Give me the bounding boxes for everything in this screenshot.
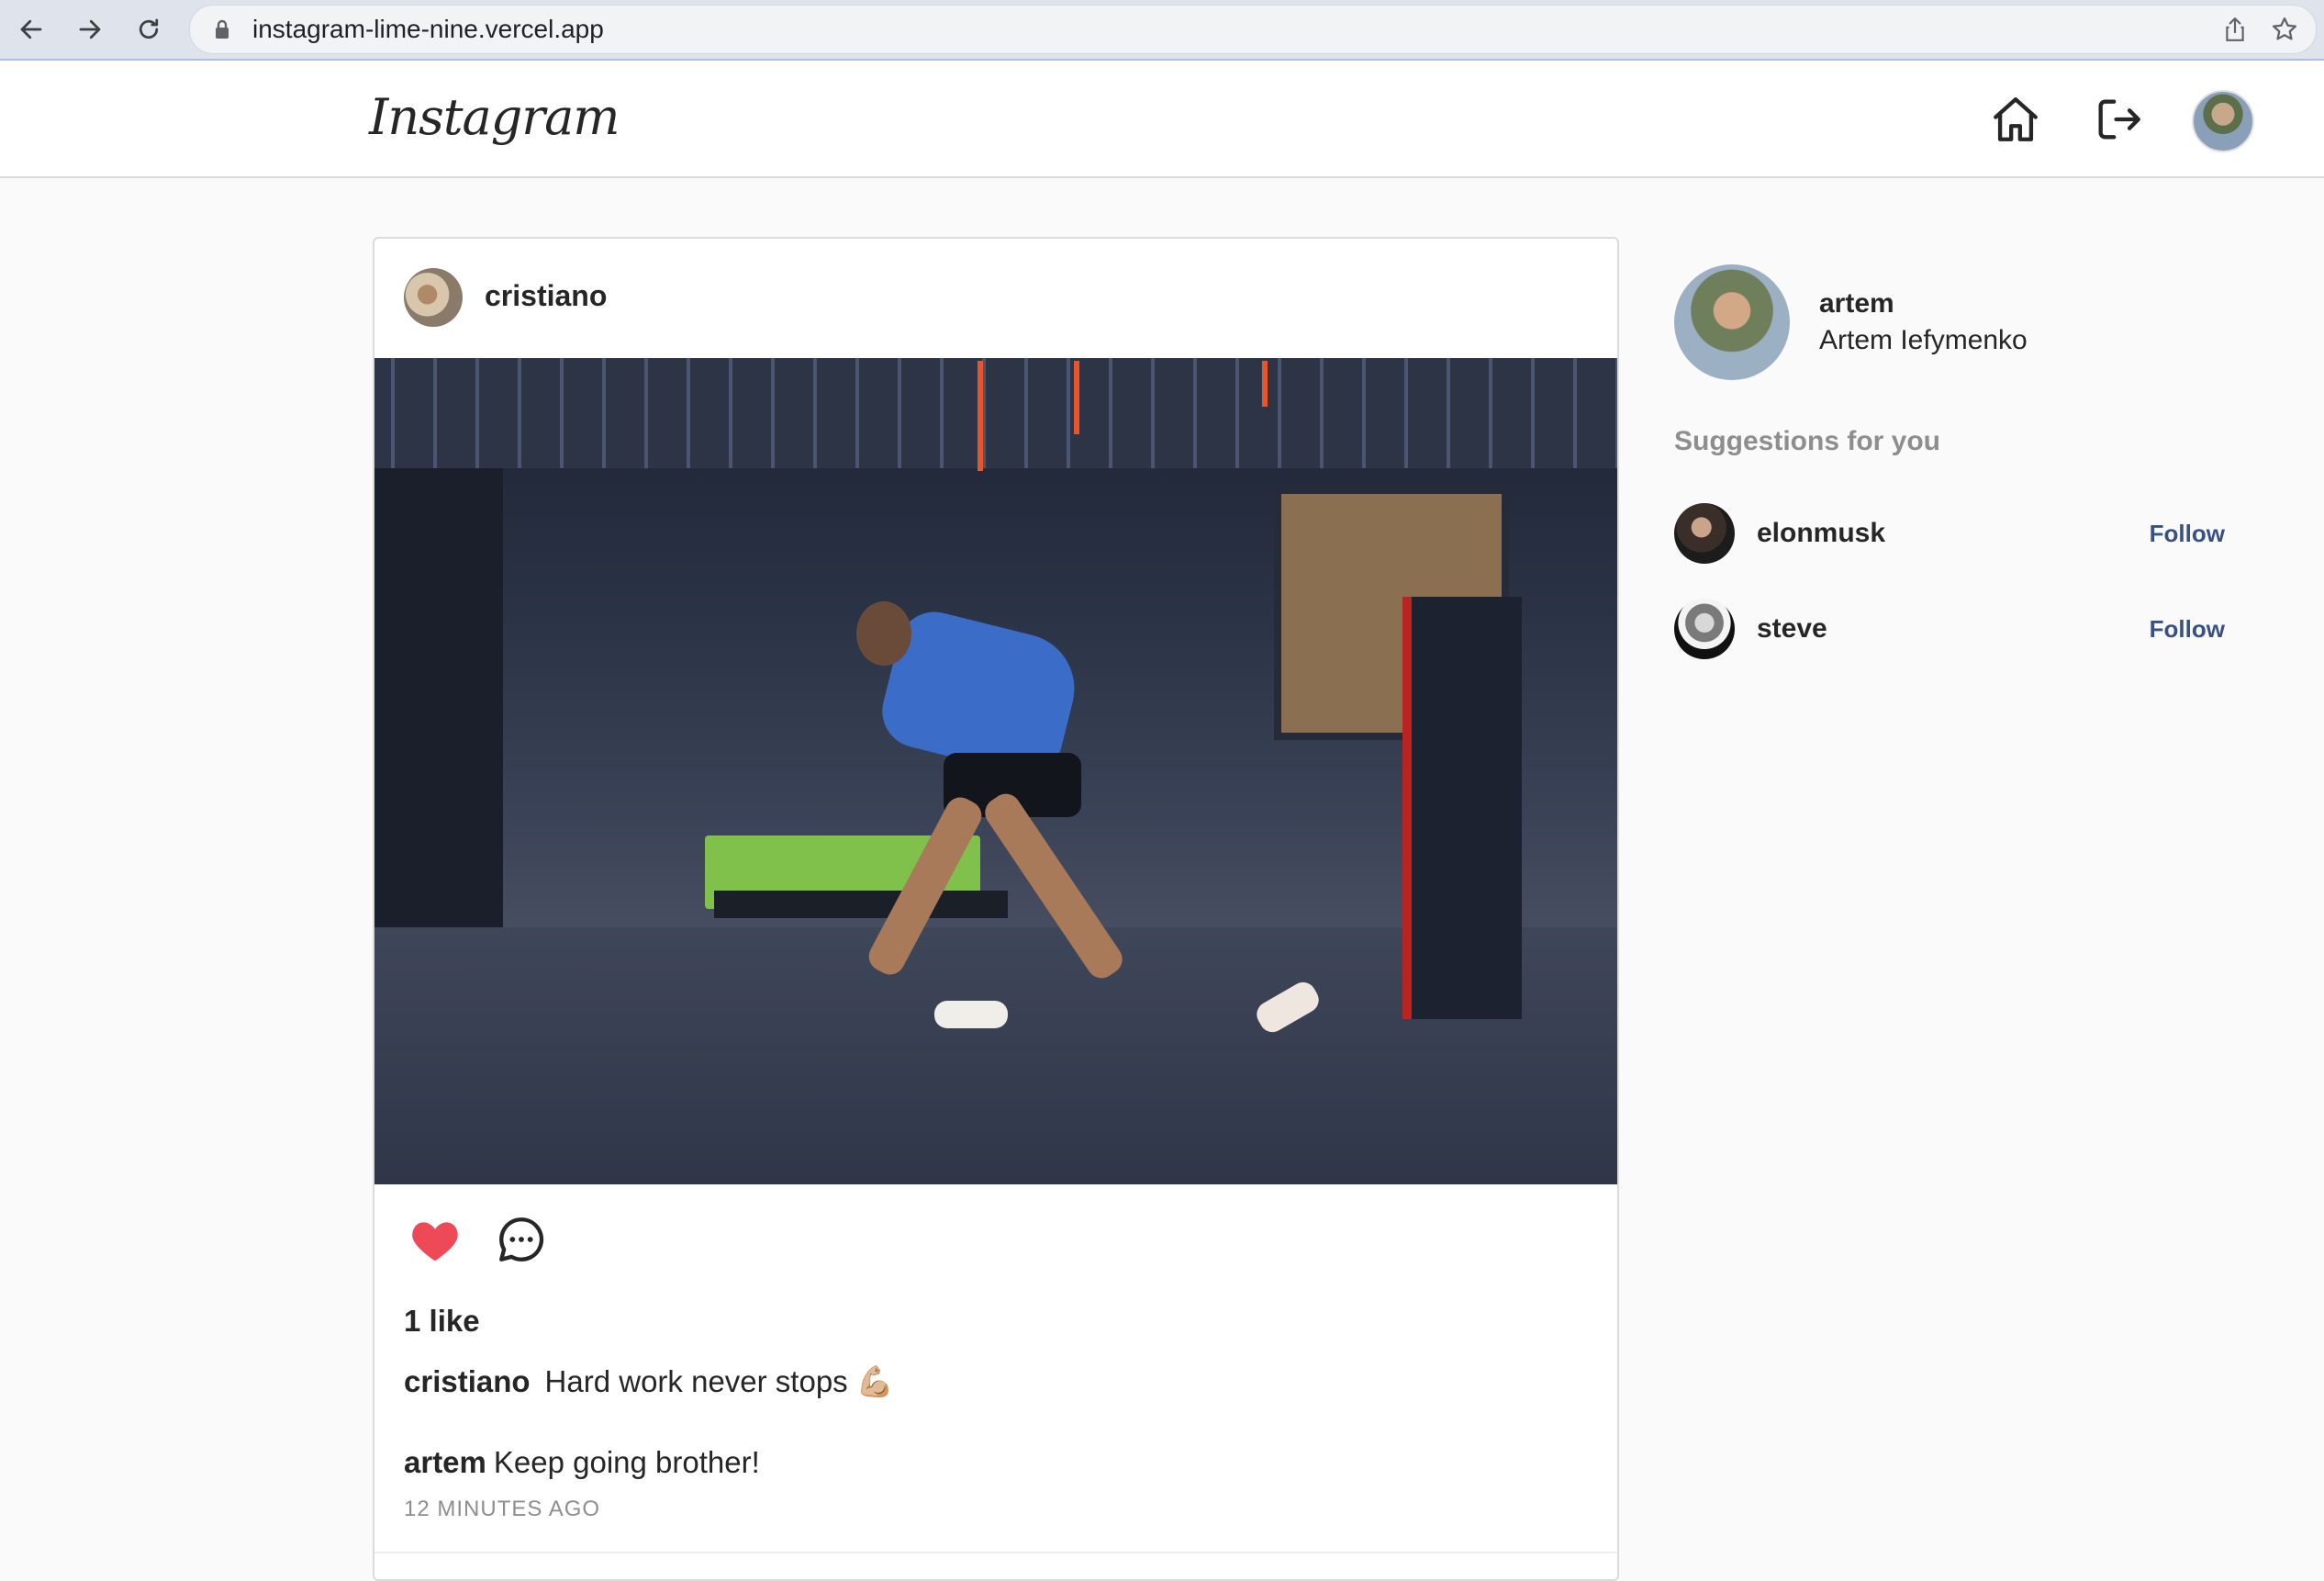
post-timestamp: 12 minutes ago: [404, 1497, 601, 1521]
forward-button[interactable]: [70, 9, 110, 50]
share-icon[interactable]: [2220, 15, 2250, 44]
comment-button[interactable]: [492, 1210, 551, 1269]
divider: [374, 1552, 1617, 1553]
url-text: instagram-lime-nine.vercel.app: [252, 15, 604, 43]
caption-username[interactable]: cristiano: [404, 1364, 531, 1398]
suggestion-item: steve Follow: [1674, 599, 2225, 663]
heart-filled-icon: [412, 1222, 458, 1261]
suggestion-username[interactable]: steve: [1757, 613, 1827, 645]
lock-icon: [214, 18, 230, 45]
bookmark-star-icon[interactable]: [2270, 15, 2299, 44]
post-actions: [406, 1210, 681, 1274]
suggestion-username[interactable]: elonmusk: [1757, 518, 1885, 549]
current-user-avatar[interactable]: [1674, 264, 1790, 380]
comment-username[interactable]: artem: [404, 1445, 486, 1479]
comment-text: Keep going brother!: [493, 1445, 760, 1479]
app-header: Instagram: [0, 61, 2324, 178]
home-button[interactable]: [1988, 92, 2043, 147]
logout-button[interactable]: [2091, 92, 2146, 147]
suggestion-item: elonmusk Follow: [1674, 503, 2225, 567]
post-author-username[interactable]: cristiano: [485, 279, 607, 313]
arrow-right-icon: [79, 19, 101, 39]
address-bar[interactable]: instagram-lime-nine.vercel.app: [189, 5, 2317, 54]
reload-icon: [139, 18, 159, 39]
back-button[interactable]: [11, 9, 51, 50]
post-photo: [374, 358, 1617, 1184]
follow-button[interactable]: Follow: [2150, 615, 2225, 644]
follow-button[interactable]: Follow: [2150, 520, 2225, 548]
profile-avatar[interactable]: [2192, 90, 2254, 152]
post-header: cristiano: [374, 239, 1617, 358]
likes-count: 1 like: [404, 1304, 480, 1338]
logout-icon: [2098, 99, 2140, 140]
like-button[interactable]: [406, 1210, 464, 1269]
suggestion-avatar[interactable]: [1674, 503, 1735, 564]
post-author-avatar[interactable]: [404, 268, 463, 327]
current-user-username[interactable]: artem: [1819, 288, 1894, 320]
home-icon: [1994, 97, 2038, 141]
current-user-fullname: Artem Iefymenko: [1819, 325, 2028, 355]
speech-bubble-icon: [499, 1217, 544, 1261]
caption-text: Hard work never stops 💪🏼: [544, 1364, 894, 1398]
post-caption: cristiano Hard work never stops 💪🏼: [404, 1364, 894, 1400]
post-card: cristiano 1 like cristiano Hard work neve…: [373, 237, 1619, 1581]
arrow-left-icon: [20, 19, 42, 39]
reload-button[interactable]: [128, 9, 169, 50]
instagram-logo[interactable]: Instagram: [369, 88, 620, 146]
suggestion-avatar[interactable]: [1674, 599, 1735, 659]
comment-item: artem Keep going brother!: [404, 1445, 760, 1480]
suggestions-heading: Suggestions for you: [1674, 426, 1941, 456]
browser-toolbar: instagram-lime-nine.vercel.app: [0, 0, 2324, 61]
